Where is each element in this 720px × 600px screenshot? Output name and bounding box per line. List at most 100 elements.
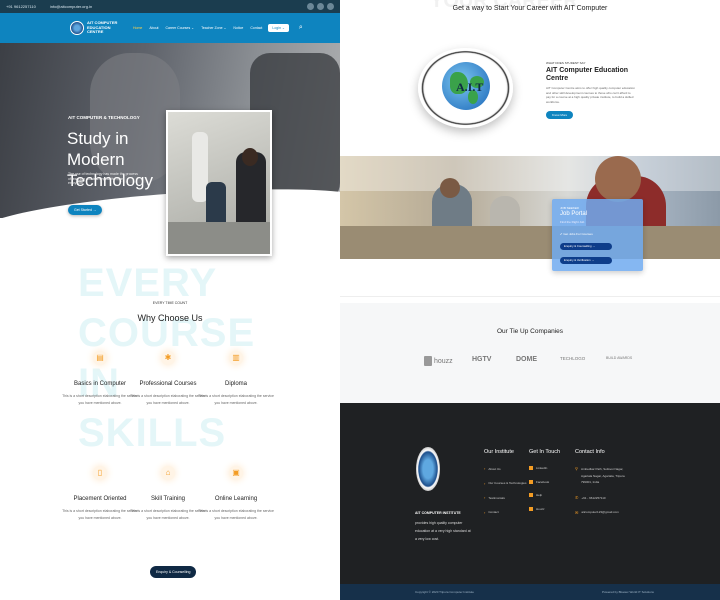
footer-logo-icon	[416, 447, 440, 491]
houzz-icon	[424, 356, 432, 366]
brand-name: TECHLOGO	[560, 356, 586, 361]
column-title: Get In Touch	[529, 449, 561, 455]
job-portal-card: JOB SEEKER Job Portal Find the Right Job…	[552, 199, 643, 271]
email-text: aitcomputer123@gmail.com	[581, 510, 619, 514]
service-card: ▥ Diploma This is a short description el…	[196, 351, 276, 407]
logo-letters: A.I.T	[456, 80, 484, 94]
photo-student-head	[595, 156, 641, 202]
footer-link-label: Houzz	[536, 506, 545, 511]
login-button[interactable]: Login ⌄	[268, 24, 289, 32]
chevron-right-icon: ›	[484, 495, 486, 500]
diploma-icon: ▥	[229, 351, 243, 365]
top-bar: +91 9612257110 info@aitcomputer.org.in	[0, 0, 340, 13]
photo-desk	[168, 222, 270, 254]
footer-contact-column: Contact Info ⚲ Ambedkar Path, Soilsvoi Na…	[575, 449, 630, 524]
tieup-title: Our Tie Up Companies	[496, 328, 564, 335]
brand-name: DOME	[516, 356, 537, 363]
gear-icon: ✱	[161, 351, 175, 365]
photo-student-head	[440, 178, 460, 198]
photo-desk	[340, 226, 720, 259]
column-title: Contact Info	[575, 449, 605, 455]
brand-name: HGTV	[472, 356, 492, 363]
hero-kicker: AIT COMPUTER & TECHNOLOGY	[68, 115, 140, 120]
linkedin-icon	[529, 466, 533, 470]
footer-institute-column: Our Institute › About Us › Our Courses & T…	[484, 449, 526, 524]
copyright-text: Copyright © 2020 Tripura Computer Instit…	[415, 590, 474, 594]
facebook-icon[interactable]	[307, 3, 314, 10]
photo-person-head	[242, 148, 258, 166]
brand-name: houzz	[434, 357, 453, 365]
address-item: ⚲ Ambedkar Path, Soilsvoi Nagar, Agartala…	[575, 466, 630, 486]
right-page: YOUR CAREER Get a way to Start Your Care…	[340, 0, 720, 600]
hero-description: The use of technology has made the proce…	[68, 172, 138, 185]
footer-link[interactable]: › Contact	[484, 510, 526, 515]
about-title: AIT Computer Education Centre	[546, 67, 629, 82]
footer-link-label: Contact	[488, 510, 499, 514]
instagram-icon[interactable]	[327, 3, 334, 10]
facebook-icon	[529, 479, 533, 484]
footer-link[interactable]: › About Us	[484, 466, 526, 471]
footer-social-link[interactable]: Houzz	[529, 506, 560, 511]
home-icon: ⌂	[161, 466, 175, 480]
search-icon[interactable]: ⌕	[299, 24, 303, 32]
phone-text: +91 9612257110	[6, 4, 36, 9]
nav-item-about[interactable]: About	[149, 26, 158, 30]
brand-logo: BUILD AWARDS	[606, 356, 640, 360]
brand-logo: DOME	[516, 356, 537, 363]
brand-logo: houzz	[424, 356, 453, 366]
enquiry-button[interactable]: Enquiry & Counselling	[150, 566, 197, 578]
job-title: Job Portal	[560, 211, 588, 217]
logo-text: AIT COMPUTER EDUCATION CENTRE	[87, 20, 118, 35]
job-kicker: JOB SEEKER	[560, 206, 579, 210]
brand-logo: TECHLOGO	[560, 356, 585, 361]
nav-item-notice[interactable]: Notice	[233, 26, 243, 30]
footer-brand: AIT COMPUTER INSTITUTE	[415, 511, 461, 515]
chevron-right-icon: ›	[484, 466, 486, 471]
photo-window	[340, 156, 720, 191]
footer-link-label: LinkedIn	[536, 466, 548, 470]
about-description: AIT Computer Centre aims to offer high q…	[546, 86, 635, 104]
job-enquiry-button[interactable]: Enquiry & Counselling →	[560, 243, 612, 250]
footer-link-label: Help	[536, 493, 543, 497]
job-verification-button[interactable]: Enquiry & Verification →	[560, 257, 612, 264]
chevron-right-icon: ›	[484, 480, 486, 486]
divider	[340, 296, 720, 297]
site-logo[interactable]: AIT COMPUTER EDUCATION CENTRE	[70, 21, 121, 35]
phone-icon: ✆	[575, 495, 579, 500]
main-nav: AIT COMPUTER EDUCATION CENTRE Home About…	[0, 13, 340, 43]
houzz-icon	[529, 506, 533, 511]
footer-social-link[interactable]: Help	[529, 493, 560, 497]
location-pin-icon: ⚲	[575, 466, 578, 471]
email-item[interactable]: ✉ aitcomputer123@gmail.com	[575, 510, 630, 515]
placement-icon: ▯	[93, 466, 107, 480]
help-icon	[529, 493, 533, 497]
service-desc: This is a short description elaborating …	[198, 509, 274, 520]
footer-social-link[interactable]: Facebook	[529, 479, 560, 484]
nav-item-teacher-zone[interactable]: Teacher Zone ⌄	[201, 26, 226, 30]
tieup-section	[340, 303, 720, 403]
service-name: Online Learning	[214, 496, 258, 502]
phone-text: +91 - 9612257110	[581, 495, 606, 500]
footer-link-label: Our Courses & Technologies	[488, 481, 527, 485]
know-more-button[interactable]: Know More	[546, 111, 574, 119]
get-started-button[interactable]: Get Started →	[68, 205, 103, 215]
social-links	[307, 3, 334, 10]
chevron-right-icon: ›	[484, 509, 486, 515]
email-text[interactable]: info@aitcomputer.org.in	[50, 4, 92, 9]
powered-by-text[interactable]: Powered by Bluetec World IT Solutions	[602, 590, 654, 594]
brand-name: BUILD AWARDS	[606, 356, 633, 360]
footer-social-link[interactable]: LinkedIn	[529, 466, 560, 470]
nav-item-home[interactable]: Home	[133, 26, 142, 30]
service-desc: This is a short description elaborating …	[198, 394, 274, 405]
nav-item-contact[interactable]: Contact	[250, 26, 262, 30]
footer-link-label: Testimonials	[488, 495, 505, 500]
why-kicker: EVERY TIME COUNT	[152, 301, 188, 305]
logo-globe-icon	[70, 21, 84, 35]
left-page: +91 9612257110 info@aitcomputer.org.in A…	[0, 0, 340, 600]
certificate-icon: ▤	[93, 351, 107, 365]
nav-item-career-courses[interactable]: Career Courses ⌄	[166, 26, 195, 30]
footer-link[interactable]: › Our Courses & Technologies	[484, 481, 526, 486]
footer-description: provides high quality computer education…	[415, 521, 471, 541]
twitter-icon[interactable]	[317, 3, 324, 10]
footer-link[interactable]: › Testimonials	[484, 495, 526, 500]
